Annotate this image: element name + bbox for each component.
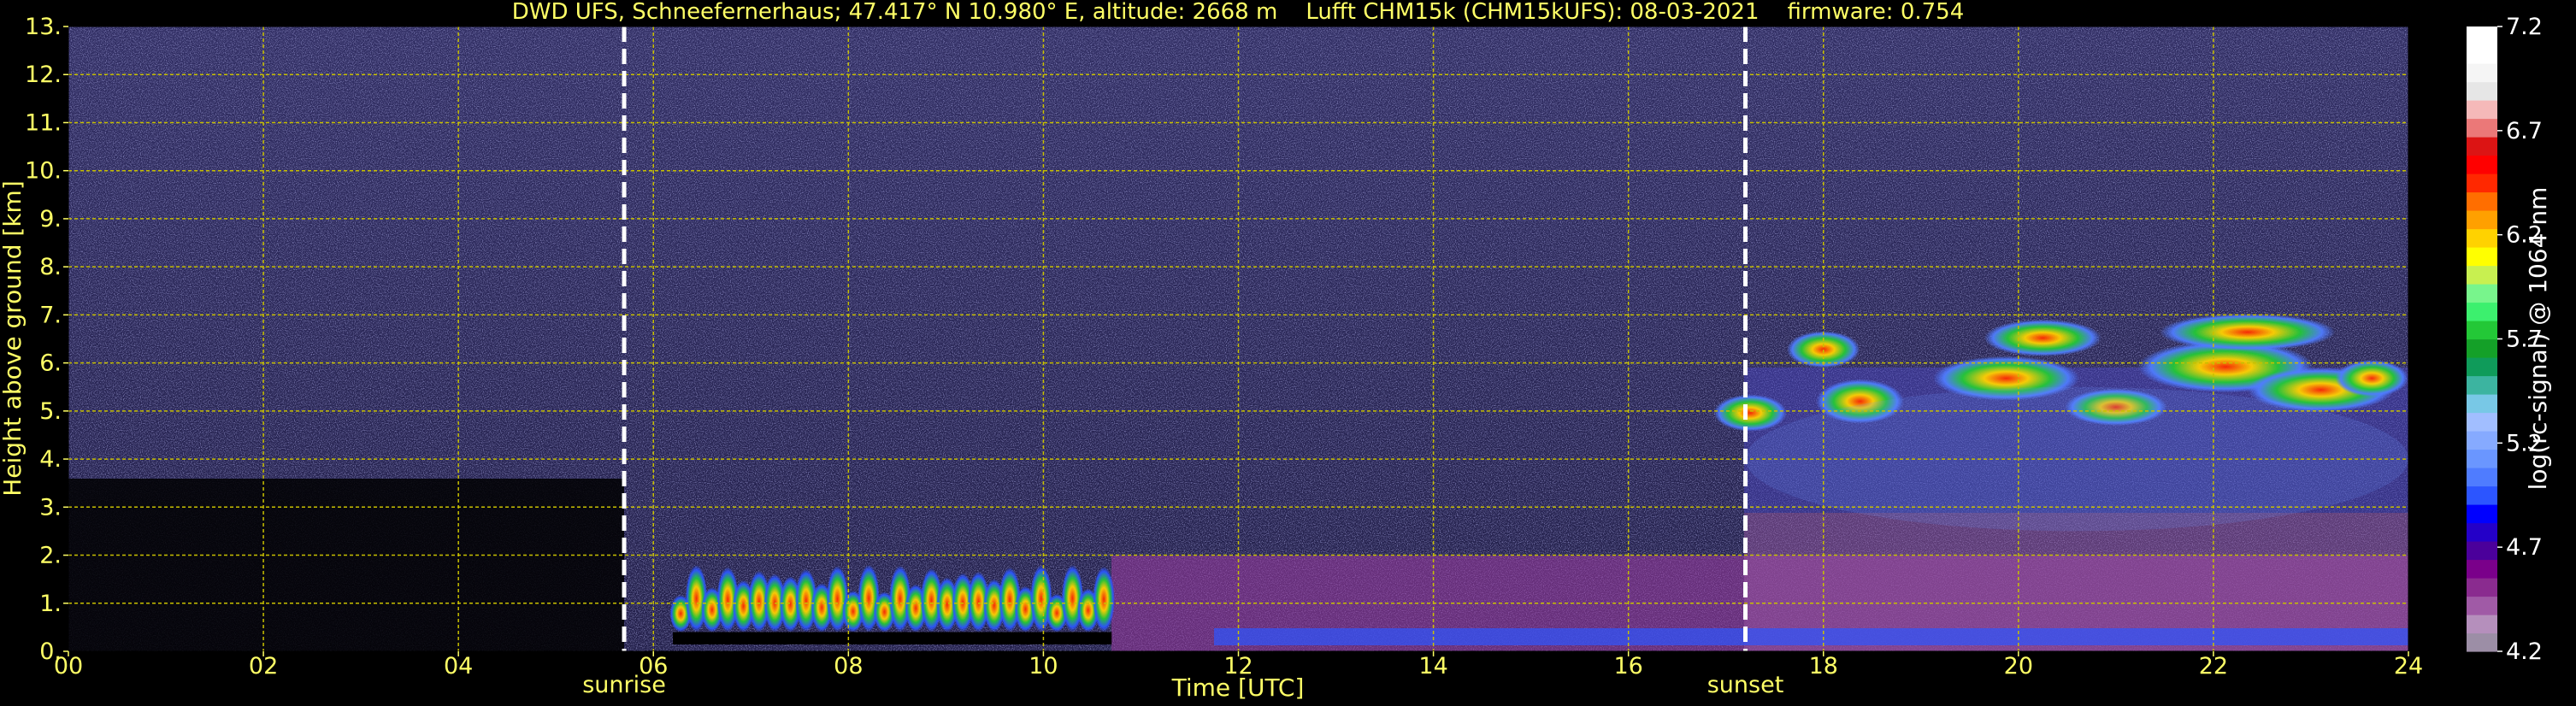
colorbar-swatch [2467,210,2497,230]
x-tick-label: 10 [1029,653,1058,680]
x-tick-label: 20 [2004,653,2033,680]
colorbar-tick-label: 7.2 [2506,14,2543,40]
aerosol-base [673,632,1112,644]
colorbar-swatch [2467,615,2497,634]
aerosol-plume [1093,566,1115,632]
x-tick-label: 04 [444,653,473,680]
colorbar-swatch [2467,596,2497,615]
sunset-label: sunset [1707,672,1784,698]
x-tick-label: 24 [2394,653,2423,680]
colorbar-swatch [2467,559,2497,579]
colorbar-swatch [2467,174,2497,193]
colorbar-swatch [2467,485,2497,505]
colorbar-swatch [2467,431,2497,450]
colorbar-swatch [2467,632,2497,652]
y-tick-label: 2. [39,543,62,569]
x-tick-label: 22 [2199,653,2228,680]
colorbar-swatch [2467,265,2497,285]
colorbar-swatch [2467,247,2497,267]
y-axis-label: Height above ground [km] [0,180,27,497]
colorbar-swatch [2467,137,2497,156]
colorbar-label: log(rc-signal) @ 1064 nm [2524,187,2552,491]
colorbar-swatch [2467,26,2497,46]
colorbar-swatch [2467,394,2497,414]
colorbar-tick-label: 4.2 [2506,638,2543,665]
y-tick-label: 9. [39,206,62,232]
y-tick-label: 11. [25,109,62,136]
y-tick-label: 13. [25,14,62,40]
y-tick-label: 3. [39,494,62,521]
colorbar-swatch [2467,100,2497,120]
colorbar-swatch [2467,449,2497,468]
ceilometer-chart: sunrise sunset 00 02 04 06 08 10 12 14 16 18 20 22 24… [0,0,2552,702]
x-tick-label: 14 [1418,653,1447,680]
x-tick-label: 18 [1809,653,1838,680]
colorbar-swatch [2467,191,2497,211]
x-axis-label: Time [UTC] [1171,674,1305,702]
y-tick-label: 0. [39,638,62,665]
y-axis-ticks: 0. 1. 2. 3. 4. 5. 6. 7. 8. 9. 10. 11. 12. 13. [25,14,68,665]
y-tick-label: 5. [39,398,62,425]
cloud-patch [2160,314,2336,351]
x-tick-label: 06 [639,653,668,680]
cloud-patch [2335,360,2408,397]
y-tick-label: 4. [39,446,62,473]
colorbar-swatch [2467,412,2497,432]
colorbar-swatch [2467,155,2497,174]
cloud-patch [1984,319,2101,356]
y-tick-label: 10. [25,158,62,185]
colorbar-swatch [2467,522,2497,542]
colorbar-tick-label: 6.7 [2506,118,2543,144]
colorbar-swatch [2467,321,2497,340]
y-tick-label: 6. [39,350,62,377]
cloud-patch [1713,394,1787,432]
colorbar-swatch [2467,578,2497,597]
colorbar-swatch [2467,63,2497,83]
x-tick-label: 08 [834,653,863,680]
x-tick-label: 16 [1613,653,1642,680]
colorbar-swatch [2467,338,2497,358]
colorbar-swatch [2467,284,2497,303]
x-tick-label: 02 [249,653,278,680]
y-tick-label: 12. [25,62,62,88]
y-tick-label: 8. [39,254,62,280]
y-tick-label: 1. [39,591,62,617]
colorbar-swatch [2467,468,2497,487]
y-tick-label: 7. [39,302,62,328]
colorbar-swatch [2467,228,2497,248]
colorbar-swatch [2467,375,2497,395]
colorbar-tick-label: 4.7 [2506,534,2543,561]
chart-title: DWD UFS, Schneefernerhaus; 47.417° N 10.… [512,0,1965,25]
colorbar-swatch [2467,302,2497,321]
colorbar-swatch [2467,357,2497,377]
colorbar-swatch [2467,44,2497,64]
colorbar-swatch [2467,81,2497,101]
colorbar-swatch [2467,504,2497,524]
colorbar-swatch [2467,118,2497,138]
colorbar-swatch [2467,541,2497,561]
